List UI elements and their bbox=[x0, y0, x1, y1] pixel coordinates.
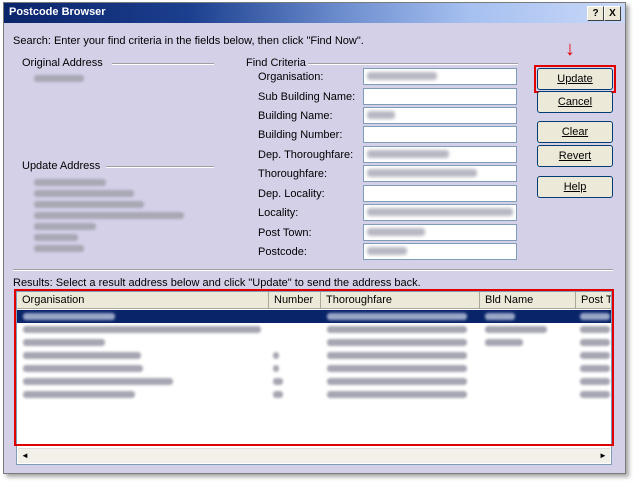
find-criteria-heading: Find Criteria bbox=[246, 57, 306, 69]
locality-label: Locality: bbox=[258, 207, 299, 219]
cancel-button-label: Cancel bbox=[557, 96, 593, 108]
window-title: Postcode Browser bbox=[9, 6, 106, 18]
update-address-heading: Update Address bbox=[22, 160, 101, 172]
help-button[interactable]: Help bbox=[537, 176, 613, 198]
update-address-line bbox=[34, 212, 184, 219]
scroll-left-icon[interactable]: ◄ bbox=[19, 450, 31, 462]
building-name-label: Building Name: bbox=[258, 110, 333, 122]
thoroughfare-field[interactable] bbox=[363, 165, 517, 182]
post-town-label: Post Town: bbox=[258, 227, 312, 239]
update-address-line bbox=[34, 234, 78, 241]
dep-locality-field[interactable] bbox=[363, 185, 517, 202]
dep-locality-label: Dep. Locality: bbox=[258, 188, 325, 200]
revert-button[interactable]: Revert bbox=[537, 145, 613, 167]
post-town-field[interactable] bbox=[363, 224, 517, 241]
help-title-button[interactable]: ? bbox=[587, 6, 604, 21]
horizontal-scrollbar[interactable]: ◄ ► bbox=[18, 448, 610, 463]
arrow-down-icon: ↓ bbox=[565, 38, 575, 60]
update-address-line bbox=[34, 245, 84, 252]
update-address-line bbox=[34, 190, 134, 197]
sub-building-name-label: Sub Building Name: bbox=[258, 91, 356, 103]
building-number-label: Building Number: bbox=[258, 129, 343, 141]
scroll-right-icon[interactable]: ► bbox=[597, 450, 609, 462]
close-title-button[interactable]: X bbox=[604, 6, 621, 21]
help-button-label: Help bbox=[563, 181, 587, 193]
group-divider bbox=[106, 166, 214, 168]
organisation-field[interactable] bbox=[363, 68, 517, 85]
cancel-button[interactable]: Cancel bbox=[537, 91, 613, 113]
dep-thoroughfare-label: Dep. Thoroughfare: bbox=[258, 149, 354, 161]
building-name-field[interactable] bbox=[363, 107, 517, 124]
update-address-line bbox=[34, 223, 96, 230]
update-address-line bbox=[34, 201, 144, 208]
group-divider bbox=[308, 63, 518, 65]
update-button-label: Update bbox=[557, 73, 593, 85]
building-number-field[interactable] bbox=[363, 126, 517, 143]
clear-button[interactable]: Clear bbox=[537, 121, 613, 143]
results-highlight bbox=[14, 289, 614, 446]
update-address-line bbox=[34, 179, 106, 186]
postcode-label: Postcode: bbox=[258, 246, 307, 258]
title-bar: Postcode Browser ? X bbox=[4, 3, 625, 23]
results-instructions: Results: Select a result address below a… bbox=[13, 277, 421, 289]
clear-button-label: Clear bbox=[561, 126, 589, 138]
postcode-field[interactable] bbox=[363, 243, 517, 260]
results-divider bbox=[13, 269, 613, 271]
thoroughfare-label: Thoroughfare: bbox=[258, 168, 328, 180]
group-divider bbox=[112, 63, 214, 65]
update-button[interactable]: Update bbox=[537, 68, 613, 90]
revert-button-label: Revert bbox=[558, 150, 592, 162]
search-instructions: Search: Enter your find criteria in the … bbox=[13, 35, 364, 47]
dep-thoroughfare-field[interactable] bbox=[363, 146, 517, 163]
original-address-heading: Original Address bbox=[22, 57, 103, 69]
original-address-line bbox=[34, 75, 84, 82]
organisation-label: Organisation: bbox=[258, 71, 324, 83]
sub-building-name-field[interactable] bbox=[363, 88, 517, 105]
locality-field[interactable] bbox=[363, 204, 517, 221]
